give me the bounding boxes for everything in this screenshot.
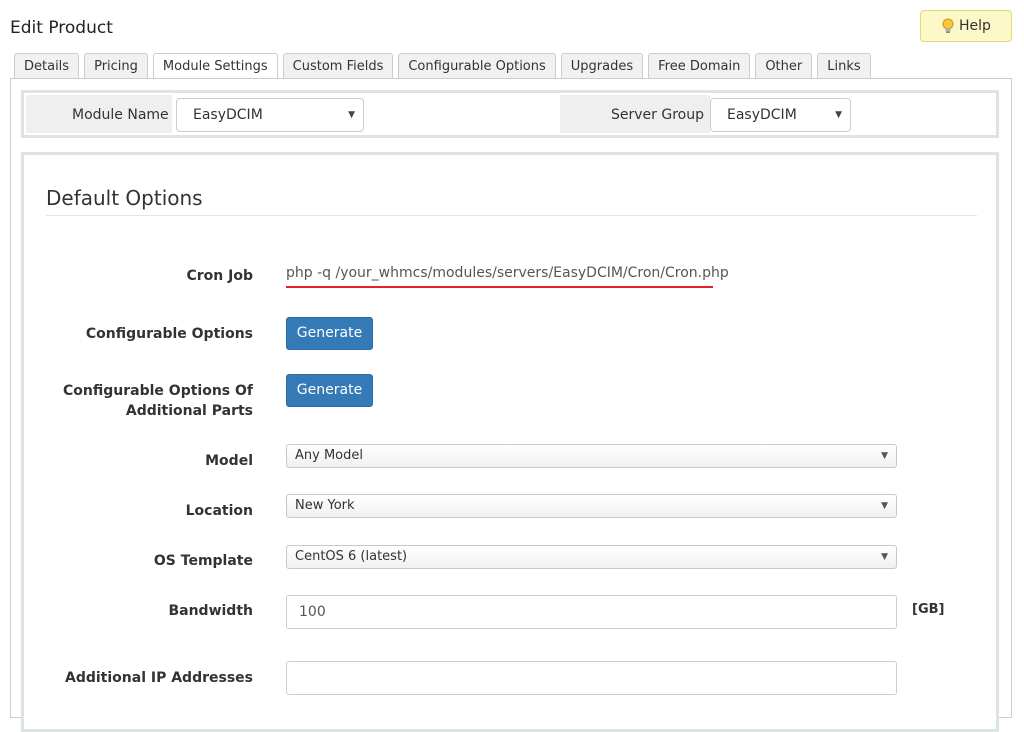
generate-configurable-options-button[interactable]: Generate xyxy=(286,317,373,350)
help-label: Help xyxy=(959,18,991,34)
server-group-select[interactable]: EasyDCIM ▼ xyxy=(710,98,851,132)
server-group-label: Server Group xyxy=(611,107,704,123)
section-title: Default Options xyxy=(46,186,203,210)
configurable-options-additional-label: Configurable Options Of Additional Parts xyxy=(63,383,253,419)
module-box: Module Name EasyDCIM ▼ Server Group Easy… xyxy=(21,90,999,138)
tab-configurable-options[interactable]: Configurable Options xyxy=(398,53,556,79)
additional-ip-input[interactable] xyxy=(286,661,897,695)
tab-upgrades[interactable]: Upgrades xyxy=(560,53,644,79)
generate-additional-parts-button[interactable]: Generate xyxy=(286,374,373,407)
chevron-down-icon: ▼ xyxy=(348,110,355,120)
os-template-select[interactable]: CentOS 6 (latest) ▼ xyxy=(286,545,897,569)
chevron-down-icon: ▼ xyxy=(881,501,888,511)
tab-panel: Module Name EasyDCIM ▼ Server Group Easy… xyxy=(10,78,1012,732)
bandwidth-unit: [GB] xyxy=(912,602,945,617)
page-title: Edit Product xyxy=(10,18,113,38)
location-select[interactable]: New York ▼ xyxy=(286,494,897,518)
additional-ip-label: Additional IP Addresses xyxy=(65,670,253,686)
bandwidth-input[interactable]: 100 xyxy=(286,595,897,629)
tab-bar: Details Pricing Module Settings Custom F… xyxy=(14,53,876,80)
help-button[interactable]: Help xyxy=(920,10,1012,42)
chevron-down-icon: ▼ xyxy=(835,110,842,120)
chevron-down-icon: ▼ xyxy=(881,451,888,461)
tab-module-settings[interactable]: Module Settings xyxy=(152,53,278,80)
module-name-label: Module Name xyxy=(72,107,169,123)
tab-details[interactable]: Details xyxy=(14,53,80,79)
section-divider xyxy=(46,215,977,216)
os-template-label: OS Template xyxy=(153,553,253,569)
model-select[interactable]: Any Model ▼ xyxy=(286,444,897,468)
cron-job-label: Cron Job xyxy=(186,268,254,284)
lightbulb-icon xyxy=(942,18,954,33)
tab-custom-fields[interactable]: Custom Fields xyxy=(282,53,394,79)
default-options-box: Default Options Cron Job php -q /your_wh… xyxy=(21,152,999,732)
tab-links[interactable]: Links xyxy=(817,53,871,79)
bandwidth-label: Bandwidth xyxy=(168,603,253,619)
tab-pricing[interactable]: Pricing xyxy=(84,53,148,79)
chevron-down-icon: ▼ xyxy=(881,552,888,562)
model-label: Model xyxy=(205,453,253,469)
tab-other[interactable]: Other xyxy=(755,53,813,79)
location-label: Location xyxy=(185,503,253,519)
module-name-select[interactable]: EasyDCIM ▼ xyxy=(176,98,364,132)
cron-job-command: php -q /your_whmcs/modules/servers/EasyD… xyxy=(286,265,729,281)
configurable-options-label: Configurable Options xyxy=(85,326,253,342)
cron-highlight-underline xyxy=(286,286,713,288)
tab-free-domain[interactable]: Free Domain xyxy=(648,53,751,79)
